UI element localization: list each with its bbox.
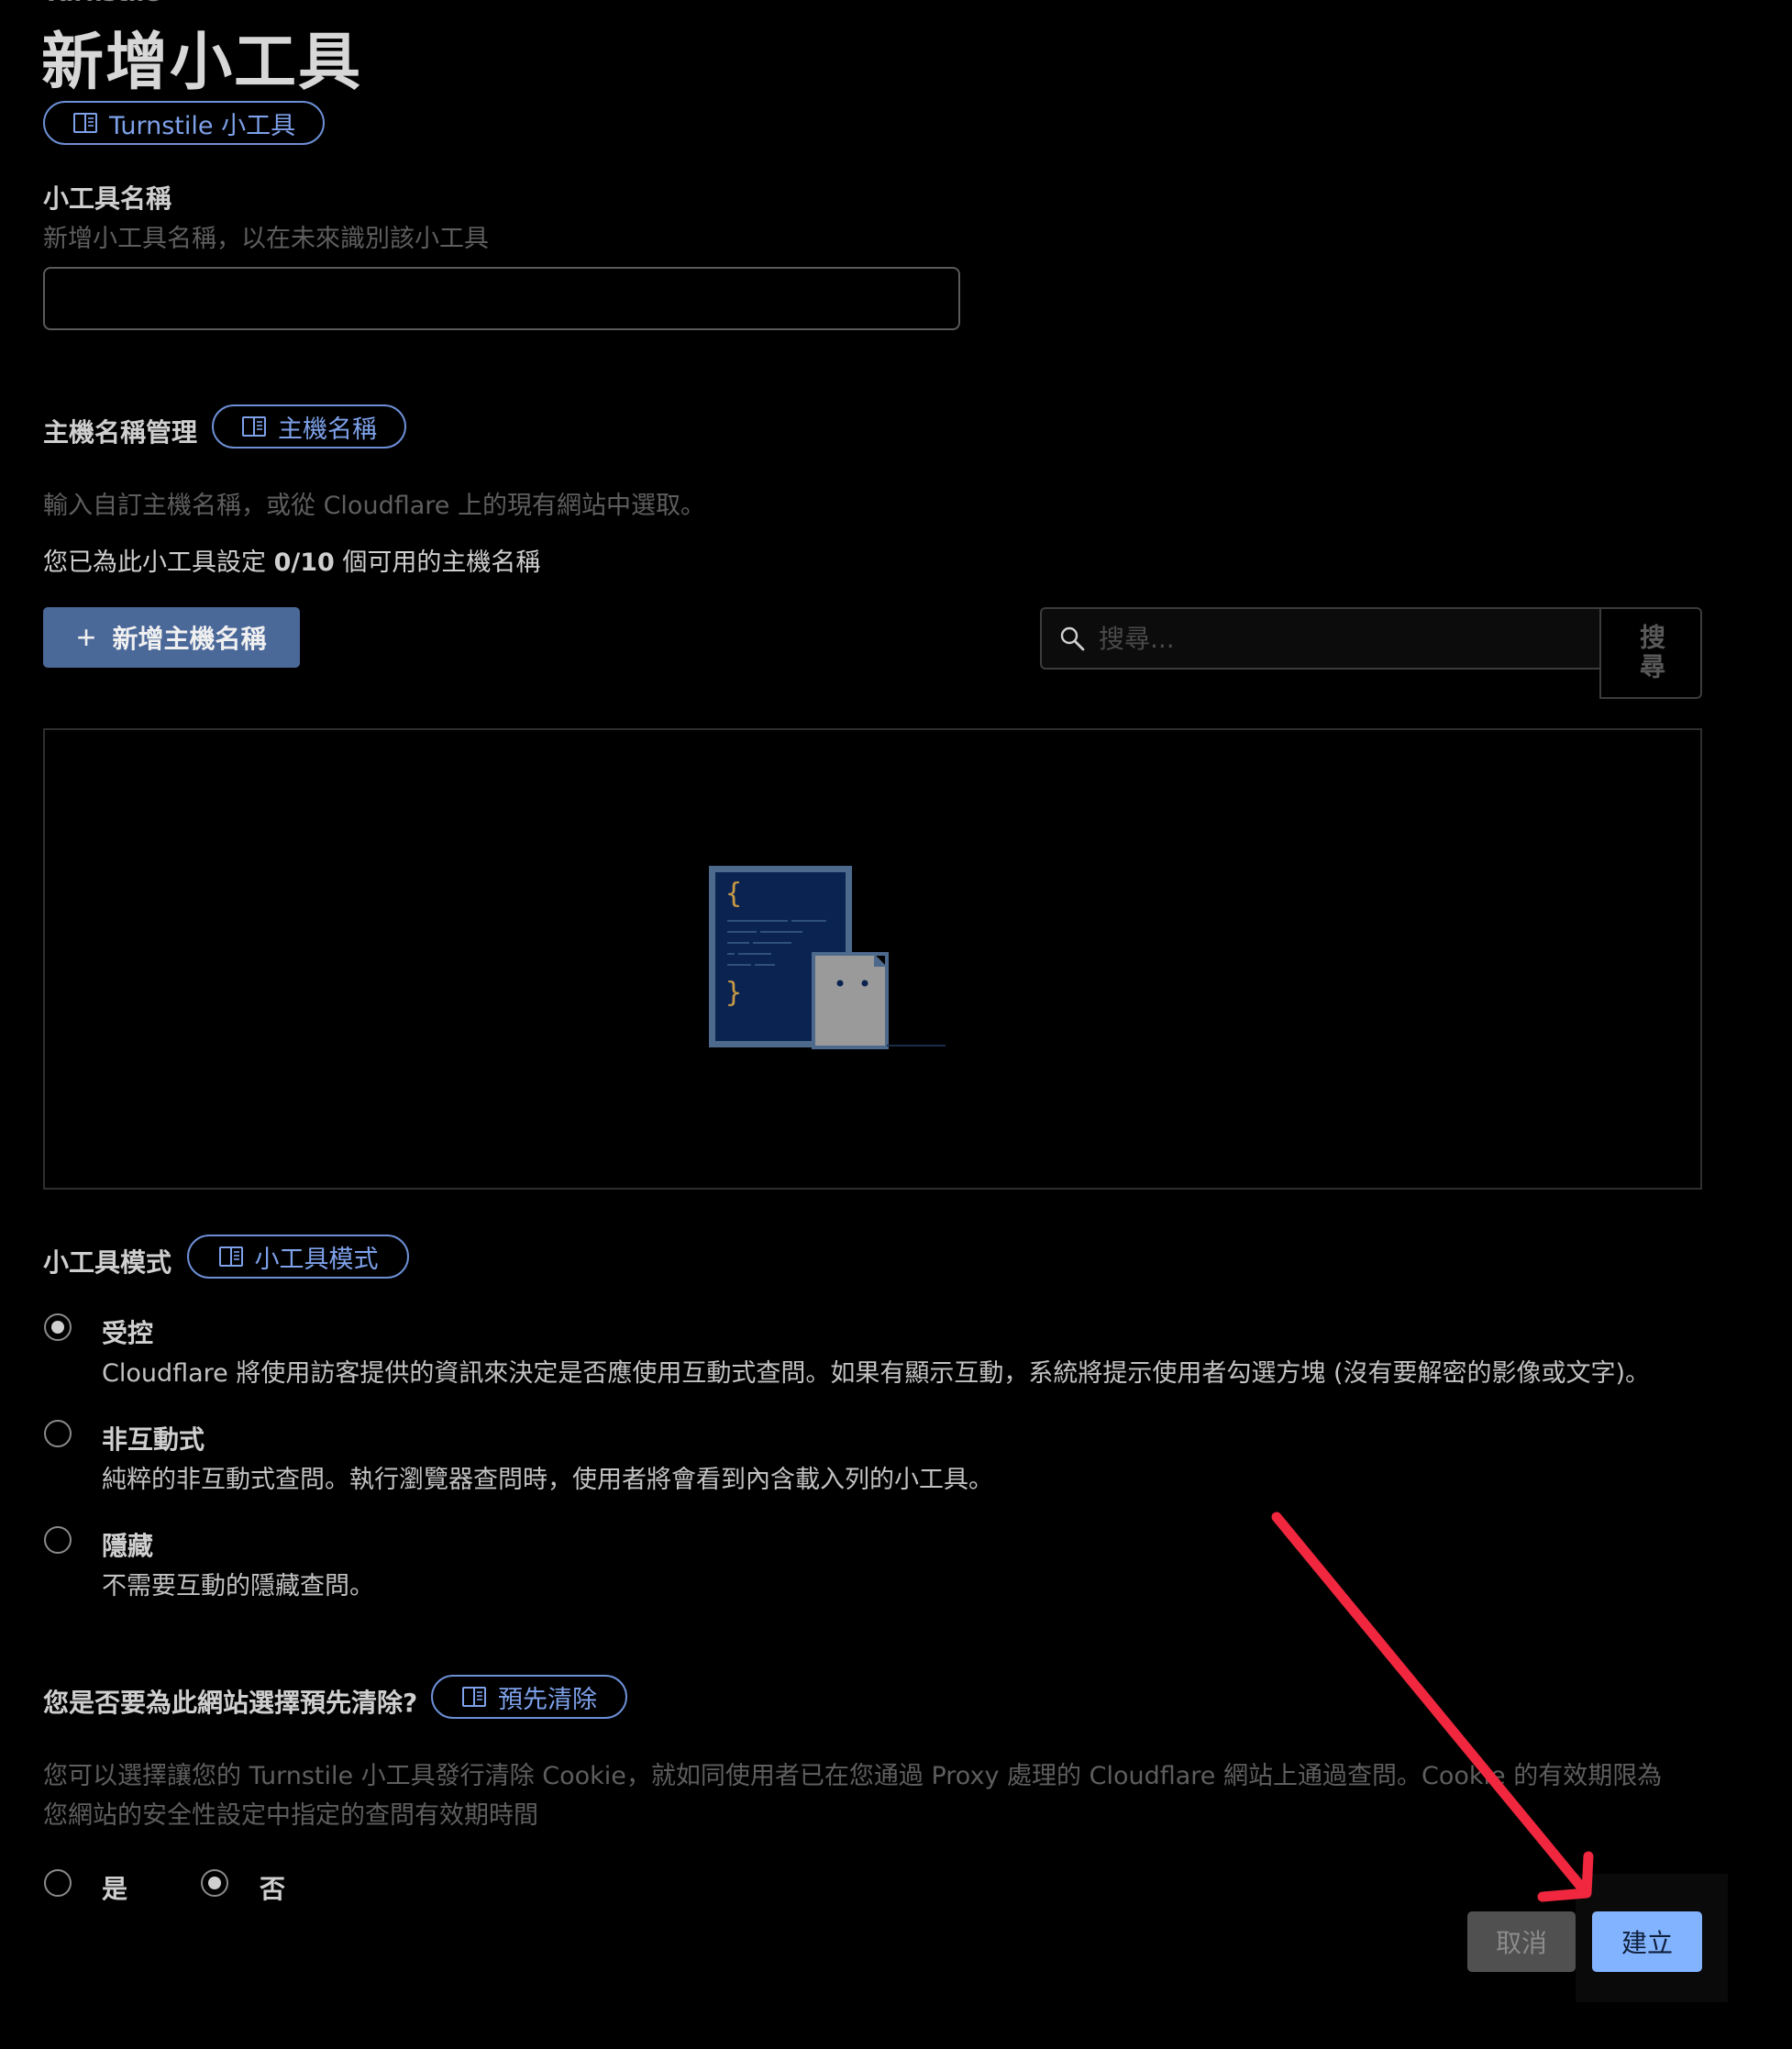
hostname-count-value: 0/10 bbox=[273, 548, 335, 577]
hostname-count: 您已為此小工具設定 0/10 個可用的主機名稱 bbox=[43, 542, 540, 578]
widget-mode-doc-link-label: 小工具模式 bbox=[254, 1245, 379, 1274]
widget-name-label: 小工具名稱 bbox=[43, 183, 172, 214]
preclearance-doc-link-label: 預先清除 bbox=[498, 1685, 597, 1714]
cancel-button[interactable]: 取消 bbox=[1467, 1911, 1576, 1972]
preclearance-label: 您是否要為此網站選擇預先清除? bbox=[43, 1688, 418, 1718]
mode-non-interactive-description: 純粹的非互動式查問。執行瀏覽器查問時，使用者將會看到內含載入列的小工具。 bbox=[102, 1466, 993, 1494]
book-open-icon bbox=[218, 1246, 243, 1267]
hostname-doc-link-label: 主機名稱 bbox=[278, 415, 377, 444]
hostname-count-suffix: 個可用的主機名稱 bbox=[342, 548, 541, 577]
hostname-label: 主機名稱管理 bbox=[43, 417, 198, 448]
preclearance-help-line1: 您可以選擇讓您的 Turnstile 小工具發行清除 Cookie，就如同使用者… bbox=[43, 1762, 1663, 1790]
svg-text:{: { bbox=[725, 878, 742, 910]
preclearance-no-label: 否 bbox=[260, 1874, 286, 1904]
book-open-icon bbox=[242, 416, 266, 437]
add-hostname-label: 新增主機名稱 bbox=[112, 625, 267, 653]
widget-name-help: 新增小工具名稱，以在未來識別該小工具 bbox=[43, 225, 489, 253]
mode-non-interactive-title: 非互動式 bbox=[102, 1424, 205, 1455]
turnstile-doc-link[interactable]: Turnstile 小工具 bbox=[43, 101, 326, 145]
search-button[interactable]: 搜尋 bbox=[1599, 607, 1702, 699]
hostname-list-empty: { } bbox=[43, 728, 1702, 1190]
book-open-icon bbox=[73, 113, 97, 133]
hostname-help: 輸入自訂主機名稱，或從 Cloudflare 上的現有網站中選取。 bbox=[43, 492, 705, 520]
add-hostname-button[interactable]: + 新增主機名稱 bbox=[43, 607, 300, 668]
hostname-count-prefix: 您已為此小工具設定 bbox=[43, 548, 266, 577]
hostname-search bbox=[1040, 607, 1601, 670]
widget-name-input[interactable] bbox=[43, 267, 960, 330]
mode-invisible-radio[interactable] bbox=[44, 1526, 72, 1554]
book-open-icon bbox=[462, 1687, 486, 1707]
hostname-search-input[interactable] bbox=[1097, 622, 1596, 655]
search-icon bbox=[1060, 626, 1085, 651]
hostname-doc-link[interactable]: 主機名稱 bbox=[212, 404, 406, 449]
svg-text:}: } bbox=[725, 977, 742, 1009]
turnstile-doc-link-label: Turnstile 小工具 bbox=[109, 111, 296, 140]
create-button[interactable]: 建立 bbox=[1592, 1911, 1702, 1972]
preclearance-yes-radio[interactable] bbox=[44, 1869, 72, 1897]
mode-invisible-description: 不需要互動的隱藏查問。 bbox=[102, 1572, 374, 1600]
code-document-illustration: { } bbox=[709, 866, 946, 1049]
preclearance-help-line2: 您網站的安全性設定中指定的查問有效期時間 bbox=[43, 1801, 538, 1830]
preclearance-doc-link[interactable]: 預先清除 bbox=[431, 1675, 627, 1719]
mode-non-interactive-radio[interactable] bbox=[44, 1420, 72, 1447]
radio-selected-dot bbox=[51, 1321, 64, 1334]
widget-mode-doc-link[interactable]: 小工具模式 bbox=[187, 1235, 409, 1279]
mode-managed-title: 受控 bbox=[102, 1318, 154, 1348]
mode-managed-radio[interactable] bbox=[44, 1313, 72, 1341]
breadcrumb-partial: Turnstile bbox=[43, 0, 160, 7]
preclearance-yes-label: 是 bbox=[102, 1874, 128, 1904]
mode-invisible-title: 隱藏 bbox=[102, 1531, 154, 1561]
page-title: 新增小工具 bbox=[41, 27, 363, 99]
preclearance-no-radio[interactable] bbox=[201, 1869, 228, 1897]
widget-mode-label: 小工具模式 bbox=[43, 1247, 172, 1278]
mode-managed-description: Cloudflare 將使用訪客提供的資訊來決定是否應使用互動式查問。如果有顯示… bbox=[102, 1359, 1651, 1388]
plus-icon: + bbox=[76, 618, 96, 656]
radio-selected-dot bbox=[208, 1877, 221, 1889]
